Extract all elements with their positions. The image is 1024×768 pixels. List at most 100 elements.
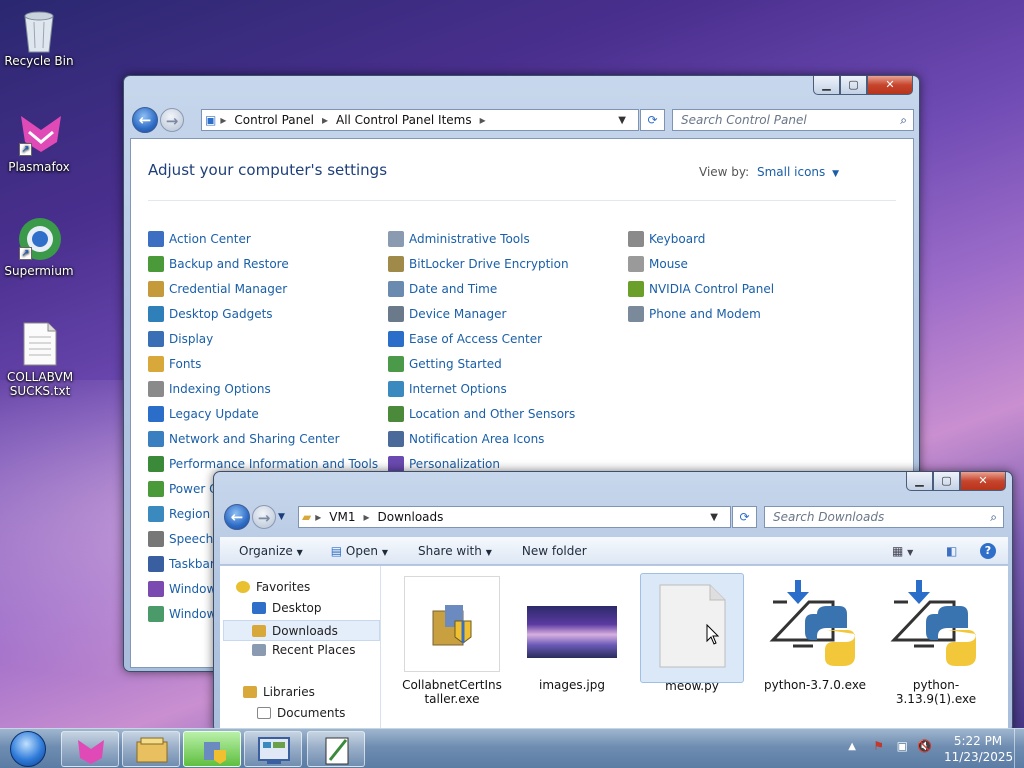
clock[interactable]: 5:22 PM 11/23/2025: [944, 734, 1013, 764]
control-panel-item-label: Device Manager: [409, 307, 507, 321]
breadcrumb-item[interactable]: Control Panel: [234, 113, 314, 127]
control-panel-item[interactable]: Legacy Update: [148, 406, 259, 422]
control-panel-item[interactable]: Display: [148, 331, 213, 347]
recycle-bin-desktop-icon[interactable]: Recycle Bin: [1, 6, 77, 68]
control-panel-item[interactable]: Indexing Options: [148, 381, 271, 397]
search-placeholder: Search Downloads: [773, 510, 885, 524]
open-button[interactable]: ▤ Open ▼: [331, 544, 388, 558]
recent-pages-dropdown-icon[interactable]: ▼: [278, 512, 285, 522]
control-panel-item[interactable]: Location and Other Sensors: [388, 406, 575, 422]
maximize-button[interactable]: ▢: [933, 472, 960, 491]
help-icon[interactable]: ?: [980, 542, 996, 559]
file-item[interactable]: images.jpg: [520, 576, 624, 692]
downloads-node[interactable]: Downloads: [223, 620, 380, 641]
control-panel-item[interactable]: Windows: [148, 606, 223, 622]
organize-button[interactable]: Organize ▼: [239, 544, 303, 558]
control-panel-item[interactable]: Getting Started: [388, 356, 502, 372]
supermium-desktop-icon[interactable]: ↗ Supermium: [1, 216, 77, 278]
control-panel-item[interactable]: Administrative Tools: [388, 231, 530, 247]
control-panel-item[interactable]: Device Manager: [388, 306, 506, 322]
breadcrumb-item[interactable]: Downloads: [378, 510, 444, 524]
action-center-flag-icon[interactable]: ⚑: [873, 739, 884, 753]
refresh-button[interactable]: ⟳: [640, 109, 665, 131]
control-panel-item[interactable]: Windows: [148, 581, 223, 597]
control-panel-item[interactable]: Notification Area Icons: [388, 431, 544, 447]
refresh-button[interactable]: ⟳: [732, 506, 757, 528]
address-bar[interactable]: ▰ ▸ VM1 ▸ Downloads ▼: [298, 506, 731, 528]
favorites-node[interactable]: Favorites: [236, 580, 310, 594]
control-panel-item[interactable]: Power O: [148, 481, 219, 497]
address-dropdown-icon[interactable]: ▼: [710, 512, 718, 523]
control-panel-item[interactable]: Personalization: [388, 456, 500, 472]
performance-icon: [148, 456, 164, 472]
window-caption-buttons: ▁ ▢ ✕: [906, 472, 1006, 491]
control-panel-item[interactable]: Fonts: [148, 356, 201, 372]
navigation-pane: Favorites Desktop Downloads Recent Place…: [220, 566, 381, 734]
control-panel-item-label: Personalization: [409, 457, 500, 471]
python-script-icon: [644, 577, 740, 673]
forward-button[interactable]: →: [160, 108, 184, 132]
recent-places-node[interactable]: Recent Places: [252, 643, 355, 657]
control-panel-item[interactable]: Region a: [148, 506, 221, 522]
back-button[interactable]: ←: [132, 107, 158, 133]
file-item[interactable]: CollabnetCertInstaller.exe: [400, 576, 504, 706]
change-view-button[interactable]: ▦ ▼: [892, 544, 913, 558]
control-panel-item[interactable]: Backup and Restore: [148, 256, 289, 272]
start-button[interactable]: [2, 729, 52, 768]
view-by-dropdown[interactable]: Small icons ▼: [757, 165, 839, 179]
search-control-panel-input[interactable]: Search Control Panel ⌕: [672, 109, 914, 131]
text-file-desktop-icon[interactable]: COLLABVM SUCKS.txt: [1, 322, 79, 398]
control-panel-item[interactable]: Phone and Modem: [628, 306, 761, 322]
control-panel-item[interactable]: Performance Information and Tools: [148, 456, 378, 472]
file-item[interactable]: python-3.7.0.exe: [763, 576, 867, 692]
maximize-button[interactable]: ▢: [840, 76, 867, 95]
breadcrumb-item[interactable]: VM1: [329, 510, 355, 524]
breadcrumb-item[interactable]: All Control Panel Items: [336, 113, 472, 127]
file-name: images.jpg: [538, 678, 605, 692]
back-button[interactable]: ←: [224, 504, 250, 530]
preview-pane-button[interactable]: ◧: [946, 544, 957, 558]
minimize-button[interactable]: ▁: [813, 76, 840, 95]
show-hidden-icons-button[interactable]: ▲: [848, 741, 856, 752]
address-dropdown-icon[interactable]: ▼: [618, 115, 626, 126]
volume-muted-icon[interactable]: 🔇: [917, 739, 932, 753]
control-panel-item[interactable]: Ease of Access Center: [388, 331, 542, 347]
control-panel-item[interactable]: Internet Options: [388, 381, 507, 397]
windows2-icon: [148, 606, 164, 622]
control-panel-item[interactable]: Action Center: [148, 231, 251, 247]
libraries-node[interactable]: Libraries: [243, 685, 315, 699]
show-desktop-button[interactable]: [1014, 729, 1024, 768]
downloads-explorer-window[interactable]: ▁ ▢ ✕ ← → ▼ ▰ ▸ VM1 ▸ Downloads ▼ ⟳ Sear…: [213, 471, 1013, 734]
address-bar[interactable]: ▣ ▸ Control Panel ▸ All Control Panel It…: [201, 109, 639, 131]
file-item-selected[interactable]: meow.py: [640, 573, 744, 693]
control-panel-item[interactable]: Date and Time: [388, 281, 497, 297]
control-panel-item[interactable]: BitLocker Drive Encryption: [388, 256, 569, 272]
taskbar-installer-button[interactable]: [183, 731, 241, 767]
search-downloads-input[interactable]: Search Downloads ⌕: [764, 506, 1004, 528]
taskbar-explorer-button[interactable]: [122, 731, 180, 767]
close-button[interactable]: ✕: [960, 472, 1006, 491]
share-with-button[interactable]: Share with ▼: [418, 544, 492, 558]
file-item[interactable]: python-3.13.9(1).exe: [884, 576, 988, 706]
desktop-node[interactable]: Desktop: [252, 601, 322, 615]
control-panel-item[interactable]: Keyboard: [628, 231, 705, 247]
control-panel-item-label: Getting Started: [409, 357, 502, 371]
documents-node[interactable]: Documents: [257, 706, 345, 720]
close-button[interactable]: ✕: [867, 76, 913, 95]
control-panel-item[interactable]: Network and Sharing Center: [148, 431, 340, 447]
control-panel-item[interactable]: Mouse: [628, 256, 688, 272]
new-folder-button[interactable]: New folder: [522, 544, 587, 558]
fonts-icon: [148, 356, 164, 372]
minimize-button[interactable]: ▁: [906, 472, 933, 491]
control-panel-item[interactable]: NVIDIA Control Panel: [628, 281, 774, 297]
forward-button[interactable]: →: [252, 505, 276, 529]
control-panel-item[interactable]: Credential Manager: [148, 281, 287, 297]
taskbar-plasmafox-button[interactable]: [61, 731, 119, 767]
image-thumbnail: [524, 576, 620, 672]
network-icon[interactable]: ▣: [897, 739, 908, 753]
taskbar-notepad-button[interactable]: [307, 731, 365, 767]
plasmafox-desktop-icon[interactable]: ↗ Plasmafox: [1, 112, 77, 174]
taskbar-control-panel-button[interactable]: [244, 731, 302, 767]
libraries-icon: [243, 686, 257, 698]
control-panel-item[interactable]: Desktop Gadgets: [148, 306, 273, 322]
